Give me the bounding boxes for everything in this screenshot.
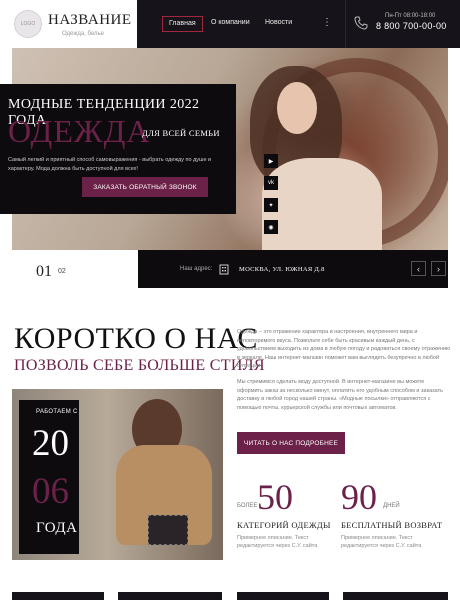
- years-label: РАБОТАЕМ С: [36, 409, 78, 415]
- read-more-button[interactable]: ЧИТАТЬ О НАС ПОДРОБНЕЕ: [237, 432, 345, 454]
- vk-icon[interactable]: vk: [264, 176, 278, 190]
- phone-icon: [354, 16, 368, 30]
- years-number-2: 06: [32, 471, 69, 512]
- eye-icon[interactable]: ◉: [264, 220, 278, 234]
- menu-more-icon[interactable]: ⋮: [322, 16, 332, 30]
- brand-subtitle: Одежда, белье: [62, 31, 104, 37]
- hero-photo-face: [277, 82, 317, 134]
- stat-title: КАТЕГОРИЙ ОДЕЖДЫ: [237, 520, 331, 530]
- about-heading: КОРОТКО О НАС: [14, 322, 258, 355]
- hero-title-line3: ДЛЯ ВСЕЙ СЕМЬИ: [142, 128, 220, 138]
- about-paragraph-1: Одежда – это отражение характера и настр…: [237, 329, 451, 369]
- address-value: МОСКВА, УЛ. ЮЖНАЯ Д.8: [239, 266, 325, 273]
- slider-next-button[interactable]: ›: [431, 261, 446, 276]
- hero-title-big: ОДЕЖДА: [8, 113, 151, 149]
- slider-prev-button[interactable]: ‹: [411, 261, 426, 276]
- slider-pagination-area: [12, 250, 138, 288]
- nav-item-home[interactable]: Главная: [162, 16, 203, 32]
- years-word: ГОДА: [36, 520, 78, 536]
- hero-photo-body: [262, 158, 382, 250]
- logo[interactable]: LOGO: [14, 10, 42, 38]
- brand-name[interactable]: НАЗВАНИЕ: [48, 12, 132, 29]
- next-section-card: [118, 592, 222, 600]
- twitter-icon[interactable]: ✦: [264, 198, 278, 212]
- main-nav: Главная О компании Новости: [137, 0, 345, 48]
- next-section-card: [237, 592, 329, 600]
- about-subheading: ПОЗВОЛЬ СЕБЕ БОЛЬШЕ СТИЛЯ: [14, 357, 265, 374]
- next-section-card: [343, 592, 448, 600]
- nav-item-news[interactable]: Новости: [259, 16, 298, 32]
- stat-number: 90: [341, 477, 377, 517]
- next-section-card: [12, 592, 104, 600]
- about-photo-bag: [148, 515, 188, 545]
- building-icon: [219, 264, 229, 275]
- header: LOGO НАЗВАНИЕ Одежда, белье Главная О ко…: [0, 0, 460, 48]
- stat-number: 50: [257, 477, 293, 517]
- stat-suffix: ДНЕЙ: [383, 503, 400, 509]
- years-number-1: 20: [32, 423, 69, 464]
- address-label: Наш адрес:: [180, 266, 213, 272]
- stat-title: БЕСПЛАТНЫЙ ВОЗВРАТ: [341, 520, 443, 530]
- about-paragraph-2: Мы стремимся сделать моду доступной. В и…: [237, 379, 443, 411]
- phone-number[interactable]: 8 800 700-00-00: [376, 21, 447, 31]
- stat-description: Примерное описание. Текст редактируется …: [237, 535, 318, 549]
- hero-description: Самый легкий и приятный способ самовыраж…: [8, 157, 212, 172]
- slide-current[interactable]: 01: [36, 263, 52, 281]
- working-hours: Пн-Пт 08:00-18:00: [385, 13, 436, 19]
- order-callback-button[interactable]: ЗАКАЗАТЬ ОБРАТНЫЙ ЗВОНОК: [82, 177, 208, 197]
- nav-item-about[interactable]: О компании: [205, 16, 256, 32]
- stat-prefix: БОЛЕЕ: [237, 503, 258, 509]
- header-brand-area: LOGO НАЗВАНИЕ Одежда, белье: [0, 0, 137, 48]
- hero-card: МОДНЫЕ ТЕНДЕНЦИИ 2022 ГОДА ОДЕЖДА ДЛЯ ВС…: [0, 84, 236, 214]
- social-links: ▶ vk ✦ ◉: [264, 154, 280, 242]
- youtube-icon[interactable]: ▶: [264, 154, 278, 168]
- stat-description: Примерное описание. Текст редактируется …: [341, 535, 422, 549]
- slide-next[interactable]: 02: [58, 268, 66, 275]
- page: LOGO НАЗВАНИЕ Одежда, белье Главная О ко…: [0, 0, 460, 600]
